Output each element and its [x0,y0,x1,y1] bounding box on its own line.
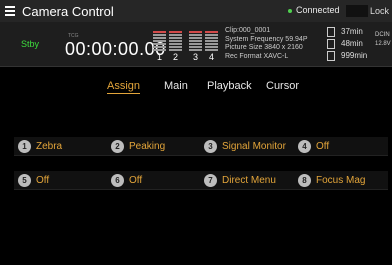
power-info: DCIN 12.8V [375,31,391,49]
power-voltage: 12.8V [375,41,391,47]
assign-row-1: 1 Zebra 2 Peaking 3 Signal Monitor 4 Off [14,137,388,156]
audio-channel-2: 2 [172,52,178,62]
media-b-remaining: 48min [341,39,363,49]
assign-number-6-icon: 6 [111,173,124,187]
audio-meter-4 [205,31,218,53]
assign-button-3[interactable]: 3 Signal Monitor [204,138,286,154]
app-title: Camera Control [22,3,114,19]
assign-button-5[interactable]: 5 Off [18,172,49,188]
connected-dot-icon [288,8,292,13]
assign-button-7[interactable]: 7 Direct Menu [204,172,276,188]
title-bar: Camera Control Connected Lock [0,0,392,22]
assign-number-7-icon: 7 [204,173,217,187]
assign-label-7: Direct Menu [222,174,276,186]
assign-label-3: Signal Monitor [222,140,286,152]
lock-toggle[interactable] [346,5,368,17]
media-slot-p: 999min [327,51,367,61]
tab-main[interactable]: Main [164,80,188,92]
assign-label-8: Focus Mag [316,174,366,186]
tab-playback[interactable]: Playback [207,80,252,92]
assign-number-5-icon: 5 [18,173,31,187]
assign-button-8[interactable]: 8 Focus Mag [298,172,365,188]
media-p-icon [327,51,335,61]
media-a-icon [327,27,335,37]
assign-button-2[interactable]: 2 Peaking [111,138,165,154]
assign-row-2: 5 Off 6 Off 7 Direct Menu 8 Focus Mag [14,171,388,190]
audio-channel-3: 3 [192,52,198,62]
clip-info: Clip:000_0001 System Frequency 59.94P Pi… [225,27,308,61]
media-a-remaining: 37min [341,27,363,37]
tab-cursor[interactable]: Cursor [266,80,299,92]
assign-number-3-icon: 3 [204,139,217,153]
audio-meter-1 [153,31,166,53]
media-slot-a: 37min [327,27,363,37]
recording-state: Stby [21,39,40,49]
rec-format: Rec Format XAVC-L [225,52,289,60]
assign-button-6[interactable]: 6 Off [111,172,142,188]
status-bar: Stby TCG 00:00:00.00 1 2 3 4 Clip:000_00… [0,22,392,67]
assign-number-2-icon: 2 [111,139,124,153]
assign-label-6: Off [129,174,143,186]
hamburger-menu-icon[interactable] [5,0,19,22]
media-b-icon [327,39,335,49]
assign-label-2: Peaking [129,140,166,152]
audio-channel-1: 1 [156,52,162,62]
audio-channel-4: 4 [208,52,214,62]
media-p-remaining: 999min [341,51,368,61]
power-source: DCIN [375,32,390,38]
clip-name: Clip:000_0001 [225,27,271,34]
audio-meter-2 [169,31,182,53]
assign-number-8-icon: 8 [298,173,311,187]
audio-meters: 1 2 3 4 [153,31,218,62]
assign-label-5: Off [36,174,50,186]
timecode: 00:00:00.00 [65,39,166,59]
picture-size: Picture Size 3840 x 2160 [225,44,303,52]
assign-button-4[interactable]: 4 Off [298,138,329,154]
lock-label[interactable]: Lock [370,6,389,16]
system-frequency: System Frequency 59.94P [225,35,308,43]
media-slot-b: 48min [327,39,363,49]
assign-label-4: Off [316,140,330,152]
tab-assign[interactable]: Assign [107,80,141,94]
assign-button-1[interactable]: 1 Zebra [18,138,62,154]
connection-status: Connected [288,5,340,15]
connection-status-label: Connected [296,5,340,15]
audio-meter-3 [189,31,202,53]
assign-label-1: Zebra [36,140,63,152]
assign-number-1-icon: 1 [18,139,31,153]
assign-number-4-icon: 4 [298,139,311,153]
